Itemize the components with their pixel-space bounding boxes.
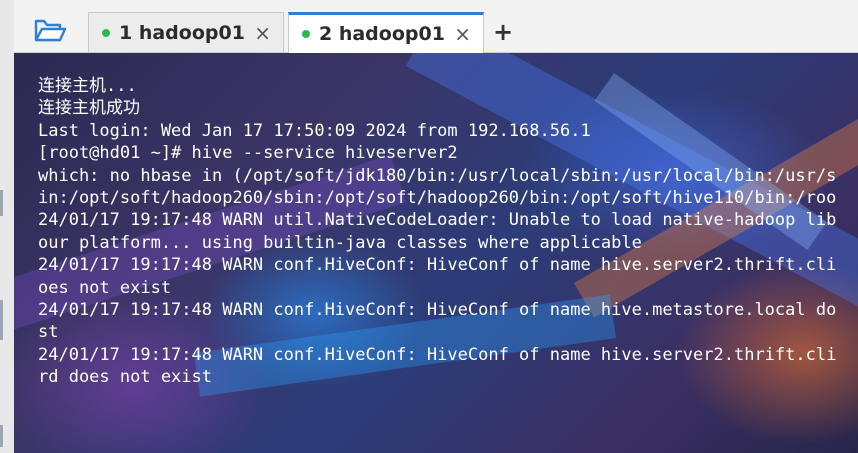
tab-label: 2 hadoop01 <box>319 23 445 45</box>
terminal-line: 24/01/17 19:17:48 WARN conf.HiveConf: Hi… <box>38 255 837 276</box>
terminal-line: 24/01/17 19:17:48 WARN util.NativeCodeLo… <box>38 210 837 231</box>
tab-session-1[interactable]: 1 hadoop01 × <box>88 12 284 52</box>
side-panel-marker <box>0 425 3 447</box>
session-tab-bar: 1 hadoop01 × 2 hadoop01 × + <box>14 0 858 53</box>
terminal-line: which: no hbase in (/opt/soft/jdk180/bin… <box>38 165 837 186</box>
tab-session-2[interactable]: 2 hadoop01 × <box>288 12 484 53</box>
terminal-line: 24/01/17 19:17:48 WARN conf.HiveConf: Hi… <box>38 344 837 365</box>
terminal-line: Last login: Wed Jan 17 17:50:09 2024 fro… <box>38 120 591 141</box>
terminal-line: 连接主机成功 <box>38 98 140 119</box>
close-icon[interactable]: × <box>454 24 471 44</box>
terminal-output[interactable]: 连接主机... 连接主机成功 Last login: Wed Jan 17 17:5… <box>14 53 858 453</box>
terminal-line: 24/01/17 19:17:48 WARN conf.HiveConf: Hi… <box>38 299 837 320</box>
connection-status-dot <box>102 28 110 37</box>
side-panel-marker <box>0 190 3 216</box>
terminal-line: st <box>38 322 59 343</box>
terminal-text: 连接主机... 连接主机成功 Last login: Wed Jan 17 17:5… <box>38 75 836 388</box>
close-icon[interactable]: × <box>254 23 271 43</box>
side-panel-marker <box>0 300 3 340</box>
terminal-app-window: 1 hadoop01 × 2 hadoop01 × + 连接主机... 连接主机成… <box>0 0 858 453</box>
tab-label: 1 hadoop01 <box>119 21 245 44</box>
connection-status-dot <box>302 30 310 38</box>
open-session-button[interactable] <box>32 14 68 46</box>
terminal-line: oes not exist <box>38 277 172 298</box>
terminal-line: rd does not exist <box>38 367 212 388</box>
new-tab-button[interactable]: + <box>491 18 515 46</box>
folder-open-icon <box>34 19 67 42</box>
terminal-line: in:/opt/soft/hadoop260/sbin:/opt/soft/ha… <box>38 187 837 208</box>
terminal-line: 连接主机... <box>38 76 137 96</box>
terminal-line: [root@hd01 ~]# hive --service hiveserver… <box>38 143 458 164</box>
left-side-panel <box>0 0 15 453</box>
terminal-line: our platform... using builtin-java class… <box>38 232 642 253</box>
